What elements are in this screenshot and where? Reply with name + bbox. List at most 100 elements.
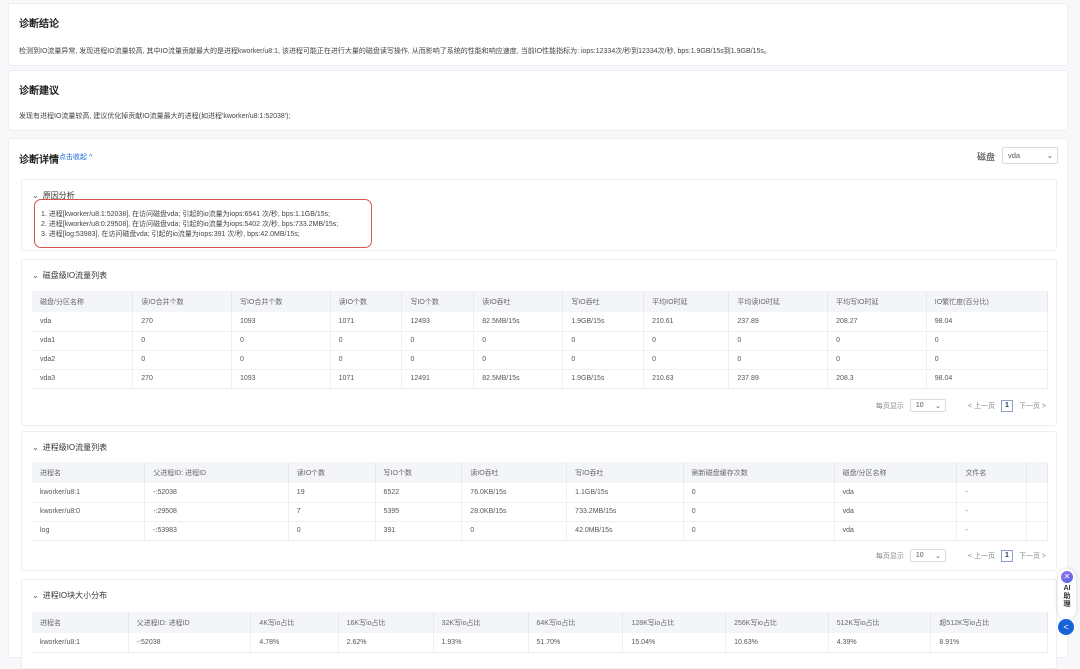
table-cell: 0 [132, 331, 232, 351]
table-cell: vda1 [32, 331, 134, 351]
table-cell: log [32, 521, 146, 541]
table-cell: 0 [288, 521, 376, 541]
table-cell: 0 [728, 331, 829, 351]
table-cell: 0 [562, 331, 645, 351]
disk-pager: 每页显示 10 ⌄ < 上一页 1 下一页 > [876, 399, 1046, 412]
table-cell: kworker/u8:1 [32, 483, 146, 503]
table-cell: 0 [683, 521, 835, 541]
table-cell: 0 [643, 350, 730, 370]
table-cell: vda [834, 521, 958, 541]
table-cell: 0 [473, 350, 564, 370]
block-size-title[interactable]: ⌄ 进程IO块大小分布 [32, 590, 107, 601]
table-cell: 733.2MB/15s [566, 502, 684, 522]
table-cell: 237.89 [728, 312, 829, 332]
table-cell: 82.5MB/15s [473, 369, 564, 389]
table-cell: 1.93% [433, 633, 529, 653]
block-size-title-text: 进程IO块大小分布 [42, 591, 108, 600]
column-header: 超512K写io占比 [930, 612, 1048, 633]
table-cell: -:52038 [128, 633, 252, 653]
disk-io-title[interactable]: ⌄ 磁盘级IO流量列表 [32, 270, 107, 281]
page-size-label: 每页显示 [875, 552, 904, 560]
table-row: kworker/u8:1 -:52038 19 6522 76.0KB/15s 1.1GB… [32, 483, 1048, 503]
table-cell: 98.04 [926, 369, 1049, 389]
column-header: IO繁忙度(百分比) [926, 291, 1049, 312]
page-number-button[interactable]: 1 [1000, 399, 1013, 412]
table-cell: 0 [683, 483, 835, 503]
page-size-select[interactable]: 10 ⌄ [909, 549, 946, 562]
table-cell: -:52038 [144, 483, 289, 503]
table-cell: 237.89 [728, 369, 829, 389]
details-title: 诊断详情 [19, 155, 59, 166]
ai-assistant-button[interactable]: ✕ AI 助 理 [1058, 569, 1076, 619]
table-cell: 0 [827, 350, 927, 370]
table-cell: 1.9GB/15s [562, 369, 645, 389]
next-page-button[interactable]: 下一页 > [1019, 401, 1046, 411]
page-size-select[interactable]: 10 ⌄ [909, 399, 946, 412]
table-cell: 2.62% [338, 633, 434, 653]
table-cell: kworker/u8:0 [32, 502, 146, 522]
table-cell: 42.0MB/15s [566, 521, 684, 541]
table-cell: 270 [132, 369, 232, 389]
proc-io-title[interactable]: ⌄ 进程级IO流量列表 [32, 442, 107, 453]
table-row: kworker/u8:1 -:52038 4.78% 2.62% 1.93% 51.70%… [32, 633, 1048, 653]
table-cell: 8.91% [930, 633, 1048, 653]
table-cell: 51.70% [528, 633, 624, 653]
cause-section: ⌄ 原因分析 1. 进程[kworker/u8:1:52038], 在访问磁盘vd… [21, 179, 1057, 251]
table-cell: 10.63% [725, 633, 829, 653]
table-cell: 5395 [375, 502, 463, 522]
column-header: 写IO个数 [375, 462, 463, 483]
column-header: 读IO合并个数 [132, 291, 232, 312]
column-header: 进程名 [32, 612, 129, 633]
table-cell: 0 [926, 331, 1049, 351]
column-header: 写IO吞吐 [562, 291, 645, 312]
disk-io-section: ⌄ 磁盘级IO流量列表 磁盘/分区名称 读IO合并个数 写IO合并个数 读IO个数 写IO… [21, 259, 1057, 426]
column-header: 256K写io占比 [725, 612, 829, 633]
disk-select[interactable]: vda ⌄ [1002, 147, 1058, 164]
proc-io-title-text: 进程级IO流量列表 [42, 443, 108, 452]
cause-item: 2. 进程[kworker/u8:0:29508], 在访问磁盘vda; 引起的… [41, 221, 339, 228]
page-number-button[interactable]: 1 [1000, 549, 1013, 562]
column-header: 写IO个数 [401, 291, 475, 312]
table-cell: 6522 [375, 483, 463, 503]
column-header: 写IO合并个数 [231, 291, 331, 312]
prev-page-button[interactable]: < 上一页 [968, 401, 995, 411]
chevron-left-icon[interactable]: < [1058, 619, 1074, 635]
block-size-table: 进程名 父进程ID: 进程ID 4K写io占比 16K写io占比 32K写io占比 64K… [32, 612, 1048, 653]
proc-io-table: 进程名 父进程ID: 进程ID 读IO个数 写IO个数 读IO吞吐 写IO吞吐 刷新磁盘缓存… [32, 462, 1048, 541]
table-cell: 15.04% [622, 633, 727, 653]
chevron-down-icon: ⌄ [32, 271, 39, 280]
suggestion-card: 诊断建议 发现有进程IO流量较高, 建议优化掉贡献IO流量最大的进程(如进程'k… [8, 70, 1068, 131]
chevron-down-icon: ⌄ [32, 443, 39, 452]
column-header: 平均IO时延 [643, 291, 730, 312]
prev-page-button[interactable]: < 上一页 [968, 551, 995, 561]
column-header: 512K写io占比 [828, 612, 932, 633]
conclusion-card: 诊断结论 检测到IO流量异常, 发现进程IO流量较高, 其中IO流量贡献最大的是… [8, 3, 1068, 66]
column-header: 读IO个数 [288, 462, 376, 483]
collapse-link[interactable]: 点击收起 ^ [59, 152, 92, 162]
column-header: 父进程ID: 进程ID [144, 462, 289, 483]
column-header: 磁盘/分区名称 [32, 291, 134, 312]
page-size-value: 10 [915, 402, 924, 409]
table-row: kworker/u8:0 -:29508 7 5395 28.0KB/15s 733.2M… [32, 502, 1048, 522]
table-row: vda3 270 1093 1071 12491 82.5MB/15s 1.9GB/15s 2… [32, 369, 1049, 389]
column-header: 16K写io占比 [338, 612, 434, 633]
column-header: 64K写io占比 [528, 612, 624, 633]
table-cell: 1.9GB/15s [562, 312, 645, 332]
table-cell [1026, 502, 1048, 522]
table-cell: 0 [728, 350, 829, 370]
table-cell: 1093 [231, 369, 331, 389]
conclusion-title: 诊断结论 [19, 19, 59, 30]
cause-list: 1. 进程[kworker/u8:1:52038], 在访问磁盘vda; 引起的… [41, 210, 338, 240]
next-page-button[interactable]: 下一页 > [1019, 551, 1046, 561]
column-header: 32K写io占比 [433, 612, 529, 633]
column-header: 磁盘/分区名称 [834, 462, 958, 483]
ai-label: 理 [1063, 601, 1071, 608]
table-row: vda2 0 0 0 0 0 0 0 0 0 0 [32, 350, 1049, 370]
table-row: vda 270 1093 1071 12493 82.5MB/15s 1.9GB/15s 21… [32, 312, 1049, 332]
column-header: 平均写IO时延 [827, 291, 927, 312]
table-cell: 19 [288, 483, 376, 503]
column-header: 文件名 [956, 462, 1028, 483]
table-cell: 1071 [330, 312, 403, 332]
table-cell: 1071 [330, 369, 403, 389]
column-header: 读IO吞吐 [461, 462, 568, 483]
